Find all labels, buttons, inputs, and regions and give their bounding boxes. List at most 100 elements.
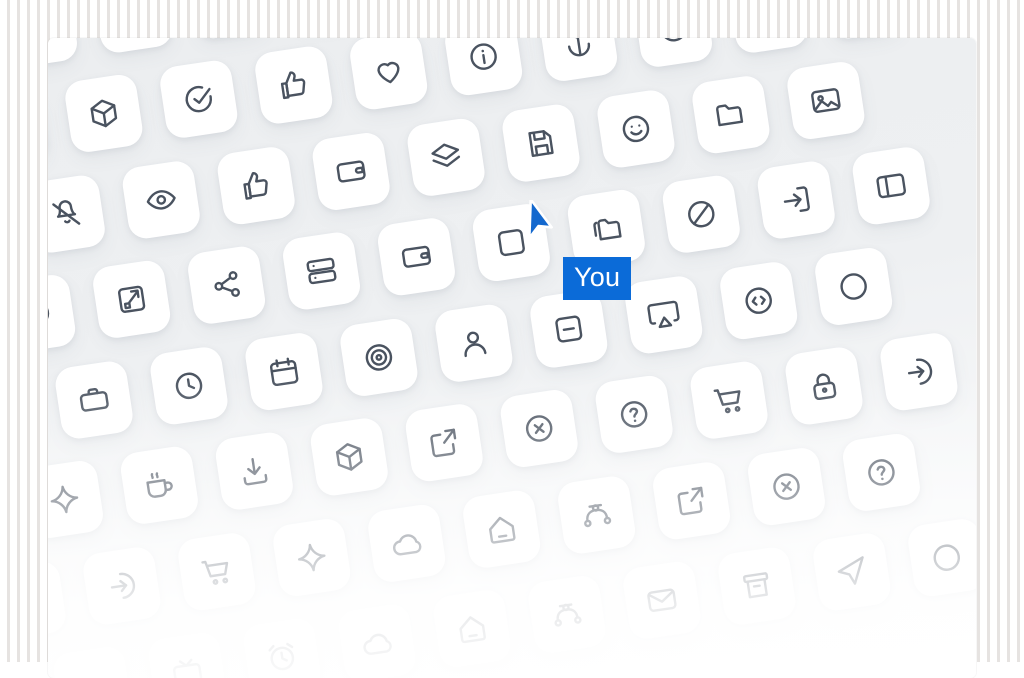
panel-icon xyxy=(876,173,906,199)
icon-tile[interactable] xyxy=(62,72,145,155)
icon-tile[interactable] xyxy=(460,488,543,571)
icon-tile[interactable] xyxy=(53,359,136,441)
icon-tile[interactable] xyxy=(252,44,335,126)
icon-tile[interactable] xyxy=(593,373,676,456)
check-circle-icon xyxy=(185,85,212,113)
icon-tile[interactable] xyxy=(555,474,638,556)
icon-tile[interactable] xyxy=(310,130,393,213)
icon-tile[interactable] xyxy=(215,144,298,227)
maximize-icon xyxy=(118,285,146,313)
icon-tile[interactable] xyxy=(660,173,743,256)
icon-tile[interactable] xyxy=(431,587,513,670)
icon-tile[interactable] xyxy=(622,273,705,356)
icon-tile[interactable] xyxy=(90,258,173,341)
icon-tile[interactable] xyxy=(365,502,448,585)
icon-tile[interactable] xyxy=(810,530,893,613)
icon-tile[interactable] xyxy=(878,330,960,413)
circle-icon xyxy=(933,544,961,571)
info-icon xyxy=(470,43,497,70)
icon-tile[interactable] xyxy=(689,73,772,156)
icon-tile[interactable] xyxy=(432,302,515,385)
icon-tile[interactable] xyxy=(537,38,620,84)
icon-tile[interactable] xyxy=(812,245,895,328)
arrow-right-circle-icon xyxy=(907,358,933,385)
icon-tile[interactable] xyxy=(80,545,163,627)
cart-icon xyxy=(713,389,741,414)
icon-tile[interactable] xyxy=(48,38,80,70)
icon-tile[interactable] xyxy=(405,116,488,199)
icon-tile[interactable] xyxy=(213,430,296,513)
mail-icon xyxy=(647,588,677,612)
icon-tile[interactable] xyxy=(270,516,353,599)
icon-gallery-panel xyxy=(48,38,976,678)
icon-tile[interactable] xyxy=(375,215,458,298)
icon-tile[interactable] xyxy=(175,530,258,613)
icon-tile[interactable] xyxy=(336,601,419,678)
icon-tile[interactable] xyxy=(241,616,324,678)
icon-tile[interactable] xyxy=(148,344,230,427)
log-in-icon xyxy=(783,186,810,213)
icon-tile[interactable] xyxy=(280,230,363,312)
icon-tile[interactable] xyxy=(784,59,867,142)
thumbs-up-icon xyxy=(243,172,268,200)
icon-tile[interactable] xyxy=(48,86,50,169)
share-icon xyxy=(214,271,240,297)
icon-tile[interactable] xyxy=(498,387,581,470)
icon-tile[interactable] xyxy=(688,359,771,442)
coffee-icon xyxy=(146,472,173,498)
user-icon xyxy=(464,331,487,358)
icon-tile[interactable] xyxy=(595,87,677,170)
layers-icon xyxy=(431,143,461,167)
icon-tile[interactable] xyxy=(48,272,78,355)
icon-tile[interactable] xyxy=(185,244,268,327)
icon-tile[interactable] xyxy=(727,38,810,56)
icon-tile[interactable] xyxy=(146,630,229,678)
icon-tile[interactable] xyxy=(48,458,106,541)
arrow-right-circle-icon xyxy=(110,572,136,600)
square-icon xyxy=(497,229,525,257)
icon-tile[interactable] xyxy=(157,58,240,141)
icon-tile[interactable] xyxy=(632,38,715,70)
icon-tile[interactable] xyxy=(755,159,838,241)
bezier-icon xyxy=(584,503,612,528)
icon-tile[interactable] xyxy=(118,444,201,527)
airplay-icon xyxy=(647,300,680,329)
icon-tile[interactable] xyxy=(850,144,933,227)
icon-tile[interactable] xyxy=(337,316,420,399)
icon-tile[interactable] xyxy=(403,401,486,484)
icon-tile[interactable] xyxy=(92,38,175,55)
icon-tile[interactable] xyxy=(717,259,800,342)
icon-tile[interactable] xyxy=(500,102,582,185)
folder-icon xyxy=(716,104,744,127)
icon-tile[interactable] xyxy=(243,330,325,413)
external-link-icon xyxy=(677,486,704,516)
icon-tile[interactable] xyxy=(840,431,923,514)
refresh-icon xyxy=(48,301,50,327)
icon-tile[interactable] xyxy=(470,201,553,284)
icon-tile[interactable] xyxy=(442,38,525,98)
cloud-icon xyxy=(363,633,392,655)
icon-tile[interactable] xyxy=(905,516,976,599)
icon-tile[interactable] xyxy=(715,545,798,628)
icon-tile[interactable] xyxy=(620,559,703,642)
cloud-icon xyxy=(393,534,422,556)
icon-tile[interactable] xyxy=(48,559,68,642)
icon-grid xyxy=(48,38,976,678)
icon-tile[interactable] xyxy=(51,644,134,678)
help-circle-icon xyxy=(620,401,648,428)
tv-icon xyxy=(173,658,203,678)
ban-icon xyxy=(688,200,715,228)
icon-tile[interactable] xyxy=(783,345,865,427)
icon-tile[interactable] xyxy=(650,459,733,542)
icon-tile[interactable] xyxy=(527,288,610,370)
icon-tile[interactable] xyxy=(822,38,905,41)
archive-icon xyxy=(742,572,769,599)
icon-tile[interactable] xyxy=(745,445,828,528)
heart-icon xyxy=(377,61,400,84)
icon-tile[interactable] xyxy=(526,573,608,656)
icon-tile[interactable] xyxy=(187,38,270,41)
icon-tile[interactable] xyxy=(347,38,430,112)
icon-tile[interactable] xyxy=(120,158,203,241)
icon-tile[interactable] xyxy=(308,415,391,498)
icon-tile[interactable] xyxy=(48,173,108,255)
